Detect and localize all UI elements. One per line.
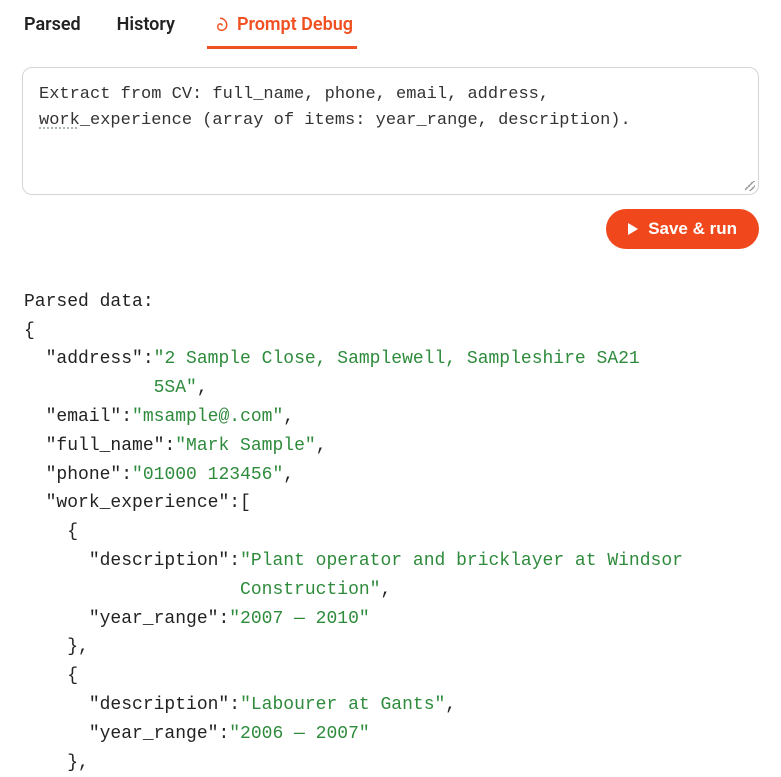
we1-year-key: "year_range" xyxy=(89,609,219,629)
we2-year-key: "year_range" xyxy=(89,724,219,744)
parsed-output: Parsed data: { "address":"2 Sample Close… xyxy=(22,259,759,777)
field-fullname-value: "Mark Sample" xyxy=(175,436,315,456)
prompt-textarea[interactable]: Extract from CV: full_name, phone, email… xyxy=(22,67,759,195)
save-and-run-label: Save & run xyxy=(648,219,737,239)
save-and-run-button[interactable]: Save & run xyxy=(606,209,759,249)
content-area: Extract from CV: full_name, phone, email… xyxy=(0,47,781,777)
field-email-value: "msample@.com" xyxy=(132,407,283,427)
tab-parsed[interactable]: Parsed xyxy=(24,14,81,47)
spiral-icon xyxy=(211,16,229,34)
field-fullname-key: "full_name" xyxy=(46,436,165,456)
we1-year-value: "2007 — 2010" xyxy=(229,609,369,629)
play-icon xyxy=(628,223,638,235)
actions-row: Save & run xyxy=(22,209,759,249)
field-workexp-key: "work_experience" xyxy=(46,493,230,513)
we2-desc-key: "description" xyxy=(89,695,229,715)
field-address-key: "address" xyxy=(46,349,143,369)
field-phone-key: "phone" xyxy=(46,465,122,485)
prompt-line-2-rest: _experience (array of items: year_range,… xyxy=(80,111,631,130)
json-open-brace: { xyxy=(24,321,35,341)
output-header: Parsed data: xyxy=(24,292,154,312)
field-phone-value: "01000 123456" xyxy=(132,465,283,485)
tab-bar: Parsed History Prompt Debug xyxy=(0,0,781,47)
tab-prompt-debug[interactable]: Prompt Debug xyxy=(211,14,353,47)
we1-desc-value: "Plant operator and bricklayer at Windso… xyxy=(240,551,683,571)
we2-desc-value: "Labourer at Gants" xyxy=(240,695,445,715)
tab-prompt-debug-label: Prompt Debug xyxy=(237,14,353,35)
prompt-underlined-word: work xyxy=(39,111,80,130)
field-address-value-cont: 5SA" xyxy=(154,378,197,398)
we1-desc-key: "description" xyxy=(89,551,229,571)
tab-history[interactable]: History xyxy=(117,14,175,47)
prompt-line-1: Extract from CV: full_name, phone, email… xyxy=(39,85,549,104)
we2-year-value: "2006 — 2007" xyxy=(229,724,369,744)
field-email-key: "email" xyxy=(46,407,122,427)
field-address-value: "2 Sample Close, Samplewell, Sampleshire… xyxy=(154,349,640,369)
we1-desc-value-cont: Construction" xyxy=(240,580,380,600)
